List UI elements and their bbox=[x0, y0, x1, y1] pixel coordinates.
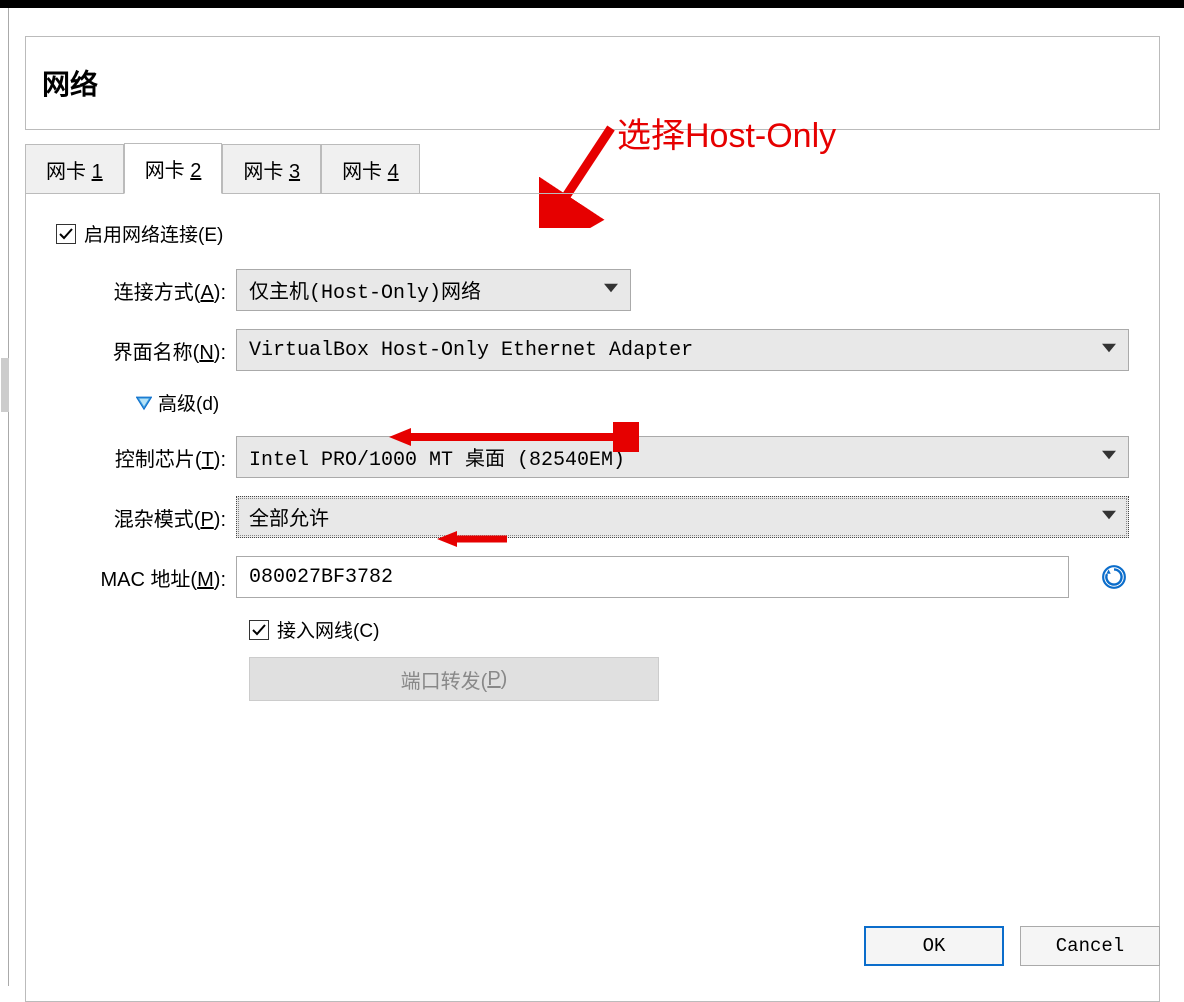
footer-buttons: OK Cancel bbox=[864, 926, 1160, 966]
promiscuous-row: 混杂模式(P): 全部允许 bbox=[56, 496, 1129, 538]
tabs-row: 网卡 1 网卡 2 网卡 3 网卡 4 bbox=[25, 142, 1160, 193]
attach-dropdown[interactable]: 仅主机(Host-Only)网络 bbox=[236, 269, 631, 311]
ok-button[interactable]: OK bbox=[864, 926, 1004, 966]
top-bar bbox=[0, 0, 1184, 8]
expand-down-icon bbox=[136, 395, 152, 411]
mac-address-input[interactable]: 080027BF3782 bbox=[236, 556, 1069, 598]
main-panel: 网络 选择Host-Only 网卡 1 网卡 2 网卡 3 网卡 4 启用 bbox=[8, 8, 1176, 986]
enable-adapter-checkbox[interactable] bbox=[56, 224, 76, 244]
interface-name-dropdown[interactable]: VirtualBox Host-Only Ethernet Adapter bbox=[236, 329, 1129, 371]
tab-adapter-2[interactable]: 网卡 2 bbox=[124, 143, 223, 194]
mac-row: MAC 地址(M): 080027BF3782 bbox=[56, 556, 1129, 598]
adapter-type-dropdown[interactable]: Intel PRO/1000 MT 桌面 (82540EM) bbox=[236, 436, 1129, 478]
advanced-toggle[interactable]: 高级(d) bbox=[136, 389, 1129, 416]
adapter-type-row: 控制芯片(T): Intel PRO/1000 MT 桌面 (82540EM) bbox=[56, 436, 1129, 478]
chevron-down-icon bbox=[1102, 339, 1116, 362]
refresh-mac-button[interactable] bbox=[1099, 562, 1129, 592]
port-forwarding-button: 端口转发(P) bbox=[249, 657, 659, 701]
adapter-type-label: 控制芯片(T): bbox=[56, 443, 236, 472]
enable-adapter-label: 启用网络连接(E) bbox=[84, 220, 223, 247]
tab-content: 启用网络连接(E) 连接方式(A): 仅主机(Host-Only)网络 界面名称… bbox=[25, 193, 1160, 1002]
interface-name-row: 界面名称(N): VirtualBox Host-Only Ethernet A… bbox=[56, 329, 1129, 371]
cable-connected-label: 接入网线(C) bbox=[277, 616, 379, 643]
attach-label: 连接方式(A): bbox=[56, 276, 236, 305]
chevron-down-icon bbox=[1102, 506, 1116, 529]
page-title: 网络 bbox=[25, 36, 1160, 130]
interface-name-label: 界面名称(N): bbox=[56, 336, 236, 365]
tab-adapter-3[interactable]: 网卡 3 bbox=[222, 144, 321, 194]
advanced-label: 高级(d) bbox=[158, 389, 219, 416]
enable-adapter-row: 启用网络连接(E) bbox=[56, 220, 1129, 247]
cable-connected-row: 接入网线(C) bbox=[249, 616, 1129, 643]
cancel-button[interactable]: Cancel bbox=[1020, 926, 1160, 966]
chevron-down-icon bbox=[604, 279, 618, 302]
interface-name-value: VirtualBox Host-Only Ethernet Adapter bbox=[249, 339, 693, 362]
tab-adapter-1[interactable]: 网卡 1 bbox=[25, 144, 124, 194]
attach-row: 连接方式(A): 仅主机(Host-Only)网络 bbox=[56, 269, 1129, 311]
refresh-icon bbox=[1101, 564, 1127, 590]
promiscuous-label: 混杂模式(P): bbox=[56, 503, 236, 532]
promiscuous-value: 全部允许 bbox=[249, 502, 329, 532]
check-icon bbox=[58, 226, 74, 242]
check-icon bbox=[251, 622, 267, 638]
left-stub bbox=[1, 358, 9, 412]
tab-adapter-4[interactable]: 网卡 4 bbox=[321, 144, 420, 194]
chevron-down-icon bbox=[1102, 446, 1116, 469]
page-title-text: 网络 bbox=[42, 69, 98, 100]
mac-label: MAC 地址(M): bbox=[56, 563, 236, 592]
promiscuous-dropdown[interactable]: 全部允许 bbox=[236, 496, 1129, 538]
attach-value: 仅主机(Host-Only)网络 bbox=[249, 275, 481, 305]
adapter-type-value: Intel PRO/1000 MT 桌面 (82540EM) bbox=[249, 442, 625, 472]
cable-connected-checkbox[interactable] bbox=[249, 620, 269, 640]
